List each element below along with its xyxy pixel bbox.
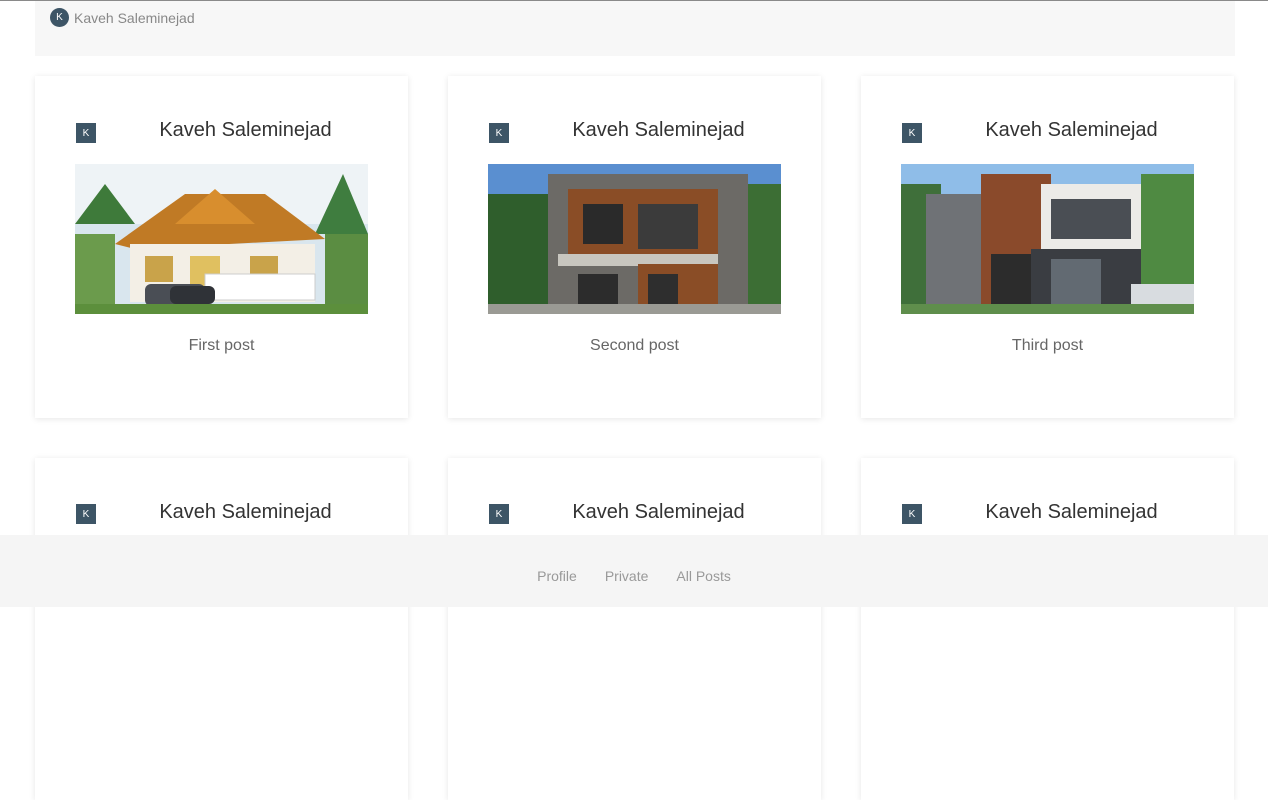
post-card[interactable]: K Kaveh Saleminejad Third post <box>861 76 1234 418</box>
post-caption[interactable]: Second post <box>448 337 821 355</box>
footer-link-all-posts[interactable]: All Posts <box>676 568 730 584</box>
avatar: K <box>902 123 922 143</box>
post-image[interactable] <box>901 164 1194 314</box>
post-card[interactable]: K Kaveh Saleminejad Second post <box>448 76 821 418</box>
header-user[interactable]: K Kaveh Saleminejad <box>50 8 195 27</box>
post-card[interactable]: K Kaveh Saleminejad <box>448 458 821 800</box>
post-author[interactable]: Kaveh Saleminejad <box>941 119 1202 142</box>
post-author[interactable]: Kaveh Saleminejad <box>115 119 376 142</box>
post-author[interactable]: Kaveh Saleminejad <box>528 501 789 524</box>
post-author[interactable]: Kaveh Saleminejad <box>115 501 376 524</box>
post-card[interactable]: K Kaveh Saleminejad First post <box>35 76 408 418</box>
avatar: K <box>50 8 69 27</box>
avatar: K <box>902 504 922 524</box>
footer-link-profile[interactable]: Profile <box>537 568 577 584</box>
post-image[interactable] <box>75 164 368 314</box>
post-caption[interactable]: First post <box>35 337 408 355</box>
header-bar: K Kaveh Saleminejad <box>35 1 1235 56</box>
post-author[interactable]: Kaveh Saleminejad <box>941 501 1202 524</box>
footer-link-private[interactable]: Private <box>605 568 649 584</box>
avatar: K <box>489 123 509 143</box>
avatar: K <box>489 504 509 524</box>
post-author[interactable]: Kaveh Saleminejad <box>528 119 789 142</box>
post-card[interactable]: K Kaveh Saleminejad <box>35 458 408 800</box>
post-card[interactable]: K Kaveh Saleminejad <box>861 458 1234 800</box>
avatar: K <box>76 123 96 143</box>
post-caption[interactable]: Third post <box>861 337 1234 355</box>
avatar: K <box>76 504 96 524</box>
footer-nav: Profile Private All Posts <box>0 535 1268 607</box>
header-user-name: Kaveh Saleminejad <box>74 9 195 26</box>
post-image[interactable] <box>488 164 781 314</box>
